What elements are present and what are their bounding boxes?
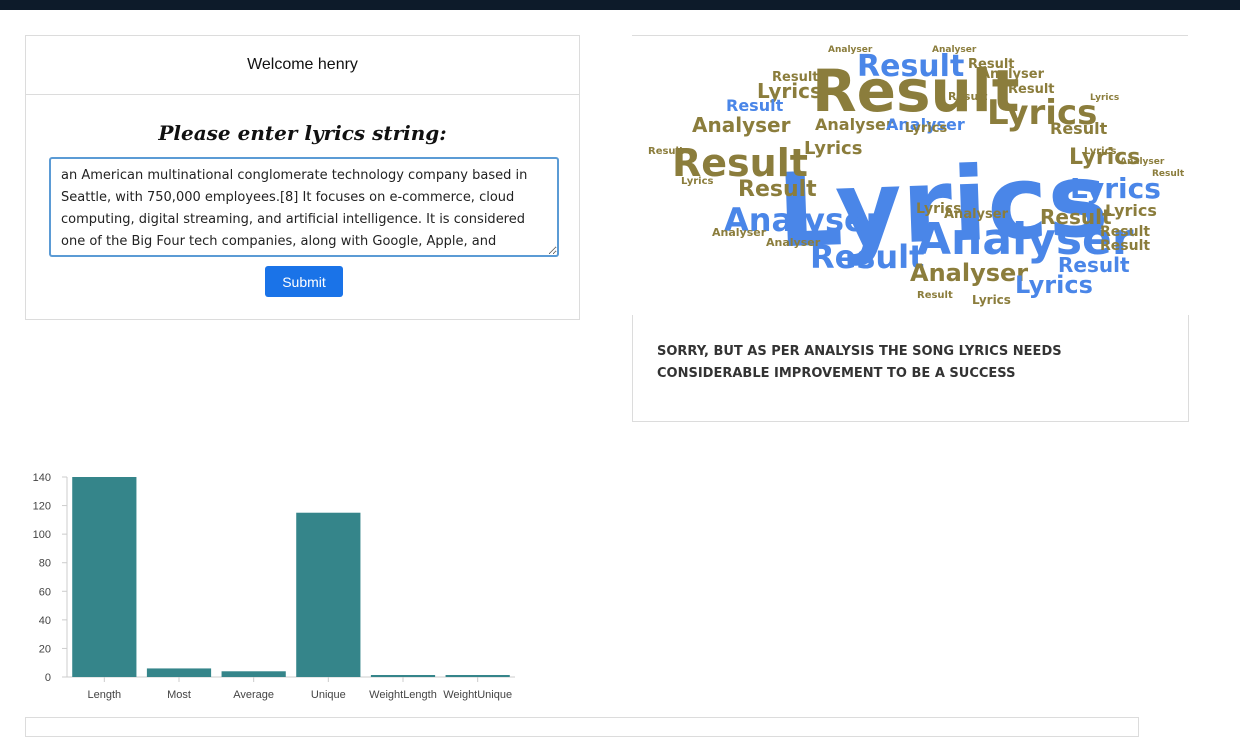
top-navbar [0, 0, 1240, 10]
lyrics-textarea[interactable]: an American multinational conglomerate t… [50, 158, 558, 256]
wc-word-result-6: Result [1058, 253, 1130, 277]
y-tick-label: 80 [39, 558, 51, 570]
wc-word-result-15: Result [948, 90, 987, 103]
y-tick-label: 60 [39, 586, 51, 598]
x-tick-label: WeightUnique [443, 689, 512, 701]
x-tick-label: Average [233, 689, 274, 701]
wc-word-result-17: Result [917, 290, 953, 301]
bar-chart-svg: 0 20 40 60 80 100 120 140 Length Most Average Uniqu… [33, 472, 515, 701]
y-tick-label: 20 [39, 643, 51, 655]
bottom-card [25, 717, 1139, 737]
y-tick-label: 100 [33, 529, 51, 541]
wc-word-result-16: Result [648, 146, 684, 157]
welcome-header: Welcome henry [26, 36, 579, 95]
lyrics-input-card: Welcome henry Please enter lyrics string… [25, 35, 580, 320]
word-cloud-image: Lyrics Result Analyser Result Lyrics Ana… [648, 45, 1185, 307]
bar-weightlength [370, 675, 436, 677]
bar-unique [296, 512, 361, 677]
wc-word-result-4: Result [810, 238, 924, 276]
wc-word-analyser-3: Analyser [910, 259, 1028, 287]
bar-most [146, 668, 212, 677]
y-tick-label: 0 [45, 672, 51, 684]
wc-word-analyser-9: Analyser [712, 226, 767, 239]
wc-word-result-18: Result [1152, 169, 1185, 179]
x-tick-label: Length [88, 689, 122, 701]
wc-word-analyser-11: Analyser [828, 45, 873, 55]
wc-word-lyrics-14: Lyrics [1090, 93, 1119, 103]
wc-word-lyrics-8: Lyrics [1105, 201, 1157, 220]
wc-word-lyrics-7: Lyrics [804, 138, 862, 159]
welcome-text: Welcome henry [247, 56, 358, 73]
wc-word-analyser-4: Analyser [692, 113, 791, 137]
y-tick-label: 140 [33, 472, 51, 484]
wc-word-result-11: Result [1100, 238, 1150, 254]
wc-word-result-8: Result [1050, 119, 1108, 138]
bar-weightunique [445, 675, 510, 677]
wc-word-lyrics-10: Lyrics [916, 201, 961, 217]
x-tick-label: Unique [311, 689, 346, 701]
wc-word-analyser-13: Analyser [1120, 157, 1165, 167]
wc-word-lyrics-11: Lyrics [972, 293, 1011, 307]
y-tick-label: 40 [39, 615, 51, 627]
analysis-verdict-text: SORRY, BUT AS PER ANALYSIS THE SONG LYRI… [657, 344, 1062, 381]
wc-word-result-14: Result [772, 70, 819, 85]
wc-word-analyser-12: Analyser [932, 45, 977, 55]
wc-word-lyrics-12: Lyrics [681, 176, 713, 187]
wc-word-analyser-5: Analyser [815, 115, 894, 134]
wc-word-result-13: Result [1008, 82, 1055, 97]
lyrics-prompt-heading: Please enter lyrics string: [158, 121, 447, 145]
analysis-result-card: SORRY, BUT AS PER ANALYSIS THE SONG LYRI… [632, 315, 1189, 422]
wc-word-analyser-10: Analyser [766, 236, 821, 249]
wc-word-lyrics-9: Lyrics [905, 121, 947, 136]
lyrics-stats-chart: 0 20 40 60 80 100 120 140 Length Most Average Uniqu… [20, 465, 540, 715]
wc-word-lyrics-13: Lyrics [1084, 146, 1116, 157]
word-cloud-panel: Lyrics Result Analyser Result Lyrics Ana… [632, 35, 1188, 315]
y-tick-label: 120 [33, 501, 51, 513]
x-tick-label: WeightLength [369, 689, 437, 701]
wc-word-result-9: Result [726, 96, 784, 115]
submit-button[interactable]: Submit [265, 266, 343, 297]
wc-word-result-12: Result [968, 57, 1015, 72]
wc-word-result-5: Result [738, 177, 817, 202]
x-tick-label: Most [167, 689, 191, 701]
bar-average [221, 671, 286, 677]
bar-length [72, 477, 137, 677]
